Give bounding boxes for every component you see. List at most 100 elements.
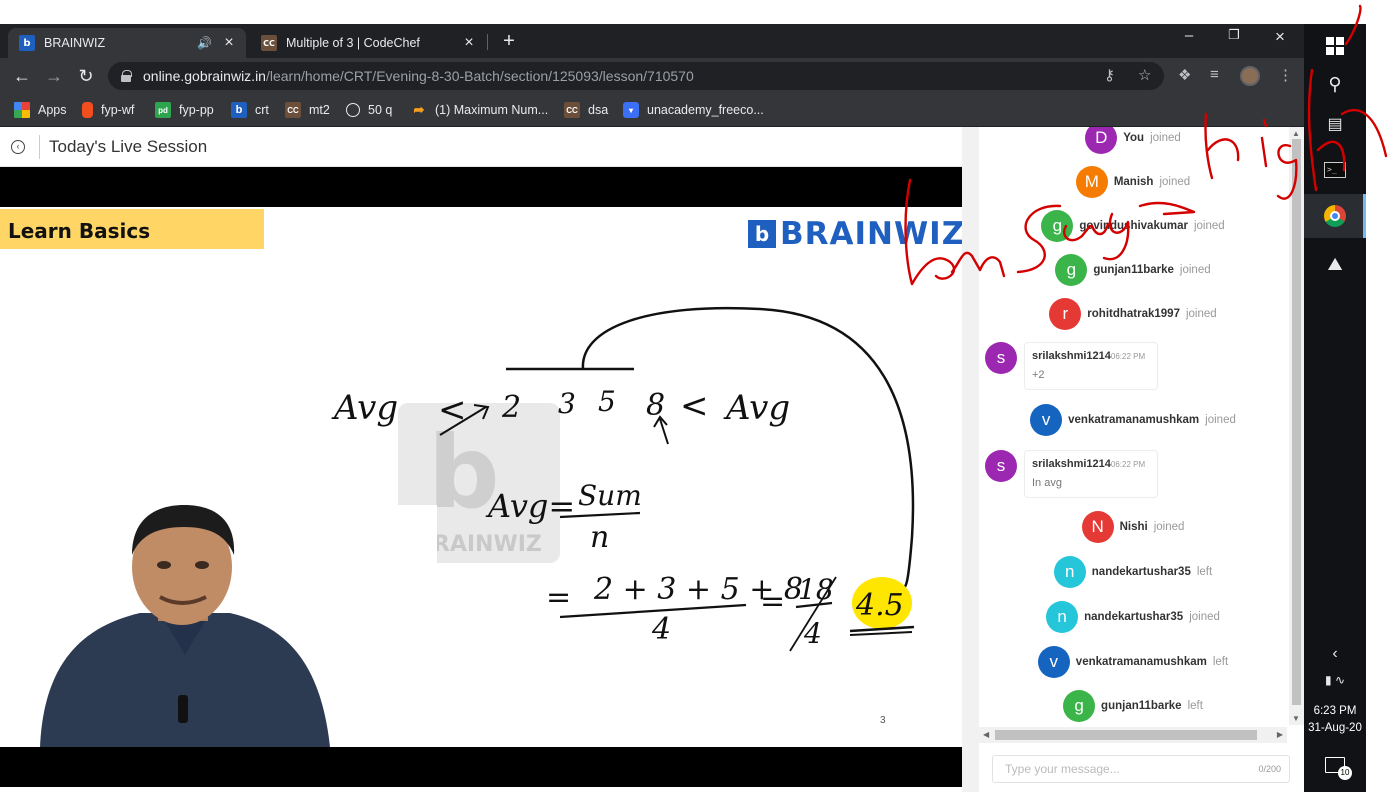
profile-avatar[interactable] bbox=[1240, 66, 1260, 86]
clock-time: 6:23 PM bbox=[1313, 705, 1357, 717]
chat-message: s srilakshmi121406:22 PM +2 bbox=[985, 342, 1285, 394]
chat-scrollbar[interactable]: ▲ ▼ bbox=[1289, 127, 1304, 725]
chat-join-event: g govindushivakumar joined bbox=[979, 208, 1287, 244]
chat-join-event: D You joined bbox=[979, 127, 1287, 156]
speaker-icon[interactable]: 🔊 bbox=[197, 36, 212, 50]
battery-wifi-icon[interactable]: ▮ ∿ bbox=[1304, 658, 1366, 702]
avatar: s bbox=[985, 342, 1017, 374]
chat-hscroll-thumb[interactable] bbox=[995, 730, 1257, 740]
chat-horizontal-scrollbar[interactable]: ◀ ▶ bbox=[979, 727, 1287, 743]
notification-count: 10 bbox=[1338, 766, 1352, 780]
screen: b BRAINWIZ 🔊 × CC Multiple of 3 | CodeCh… bbox=[0, 0, 1390, 792]
bookmark-label: (1) Maximum Num... bbox=[435, 103, 549, 117]
chat-panel: D You joined M Manish joined g govindush… bbox=[979, 127, 1304, 792]
page-header: ‹ Today's Live Session bbox=[0, 127, 962, 167]
avatar: n bbox=[1053, 556, 1086, 588]
extensions-icon[interactable]: ❖ bbox=[1178, 66, 1191, 84]
participant-name: Manish bbox=[1113, 176, 1154, 188]
new-tab-icon[interactable]: + bbox=[498, 30, 520, 53]
apps-grid-icon bbox=[14, 102, 30, 118]
chat-join-event: n nandekartushar35 joined bbox=[979, 599, 1287, 635]
url-host: online.gobrainwiz.in bbox=[143, 68, 266, 84]
media-control-icon[interactable]: ≡ bbox=[1210, 66, 1219, 83]
address-bar[interactable]: online.gobrainwiz.in/learn/home/CRT/Even… bbox=[108, 62, 1164, 90]
bookmark-fyp-pp[interactable]: pd fyp-pp bbox=[155, 101, 214, 119]
window-close-icon[interactable]: × bbox=[1260, 27, 1300, 47]
participant-status: joined bbox=[1153, 521, 1185, 533]
scroll-up-icon[interactable]: ▲ bbox=[1292, 129, 1300, 138]
avatar: v bbox=[1037, 646, 1070, 678]
chat-join-event: g gunjan11barke left bbox=[979, 688, 1287, 724]
terminal-icon[interactable]: >_ bbox=[1304, 148, 1366, 192]
codechef-favicon: CC bbox=[564, 102, 580, 118]
chat-scroll-thumb[interactable] bbox=[1292, 139, 1301, 705]
scroll-left-icon[interactable]: ◀ bbox=[983, 730, 989, 739]
unacademy-icon: ▾ bbox=[623, 102, 639, 118]
screen-top-strip bbox=[0, 0, 1304, 24]
bookmark-label: unacademy_freeco... bbox=[647, 103, 764, 117]
chat-join-event: n nandekartushar35 left bbox=[979, 554, 1287, 590]
menu-icon[interactable]: ⋮ bbox=[1278, 66, 1293, 84]
message-time: 06:22 PM bbox=[1110, 352, 1146, 361]
ink-result: 4.5 bbox=[855, 588, 904, 623]
tab-title: Multiple of 3 | CodeChef bbox=[286, 36, 420, 50]
bookmark-mt2[interactable]: CC mt2 bbox=[285, 101, 330, 119]
avatar: D bbox=[1085, 127, 1118, 154]
page-scrollbar[interactable] bbox=[962, 127, 979, 792]
system-clock[interactable]: 6:23 PM 31-Aug-20 bbox=[1304, 703, 1366, 737]
chrome-icon[interactable] bbox=[1304, 194, 1366, 238]
bookmark-crt[interactable]: b crt bbox=[231, 101, 269, 119]
chat-input-box[interactable]: 0/200 bbox=[992, 755, 1290, 783]
globe-icon bbox=[346, 103, 360, 117]
ink-lt-left: < bbox=[438, 390, 467, 430]
avatar: v bbox=[1030, 404, 1063, 436]
participant-name: You bbox=[1123, 132, 1145, 144]
bookmark-50q[interactable]: 50 q bbox=[346, 101, 392, 119]
key-icon[interactable]: ⚷ bbox=[1104, 66, 1115, 84]
close-tab-icon[interactable]: × bbox=[462, 34, 476, 52]
bookmark-apps[interactable]: Apps bbox=[14, 101, 67, 119]
participant-name: venkatramanamushkam bbox=[1075, 656, 1207, 668]
chat-join-event: v venkatramanamushkam left bbox=[979, 644, 1287, 680]
participant-name: nandekartushar35 bbox=[1091, 566, 1191, 578]
avatar: r bbox=[1049, 298, 1082, 330]
message-input[interactable] bbox=[993, 756, 1243, 782]
participant-status: joined bbox=[1150, 132, 1181, 144]
bookmark-dsa[interactable]: CC dsa bbox=[564, 101, 608, 119]
forward-arrow-icon[interactable]: → bbox=[42, 64, 66, 88]
bookmark-label: fyp-pp bbox=[179, 103, 214, 117]
reload-icon[interactable]: ↻ bbox=[74, 64, 98, 88]
bookmark-unacademy[interactable]: ▾ unacademy_freeco... bbox=[623, 101, 764, 119]
bookmark-maximum-num[interactable]: ➦ (1) Maximum Num... bbox=[411, 101, 549, 119]
bookmark-label: Apps bbox=[38, 103, 67, 117]
minimize-icon[interactable]: – bbox=[1169, 27, 1209, 44]
scroll-down-icon[interactable]: ▼ bbox=[1292, 714, 1300, 723]
restore-icon[interactable]: ❐ bbox=[1214, 27, 1254, 43]
tab-brainwiz[interactable]: b BRAINWIZ 🔊 × bbox=[8, 28, 246, 58]
search-icon[interactable]: ⚲ bbox=[1304, 62, 1366, 106]
ink-number: 8 bbox=[646, 388, 665, 423]
back-circle-icon[interactable]: ‹ bbox=[11, 140, 25, 154]
participant-name: govindushivakumar bbox=[1079, 220, 1188, 232]
participant-status: joined bbox=[1205, 414, 1236, 426]
bookmark-label: crt bbox=[255, 103, 269, 117]
live-video-player[interactable]: Learn Basics b BRAINWIZ b BRAINWIZ Avg <… bbox=[0, 167, 962, 787]
participant-name: Nishi bbox=[1119, 521, 1148, 533]
ink-underline-2 bbox=[849, 631, 913, 636]
scroll-right-icon[interactable]: ▶ bbox=[1277, 730, 1283, 739]
participant-name: venkatramanamushkam bbox=[1068, 414, 1200, 426]
star-icon[interactable]: ☆ bbox=[1138, 66, 1151, 84]
photos-icon[interactable]: ⛰ bbox=[1304, 242, 1366, 286]
notification-icon[interactable]: 10 bbox=[1325, 757, 1352, 780]
bookmark-fyp-wf[interactable]: fyp-wf bbox=[82, 101, 134, 119]
avatar: g bbox=[1041, 210, 1074, 242]
back-arrow-icon[interactable]: ← bbox=[10, 64, 34, 88]
ink-number: 3 bbox=[558, 387, 576, 420]
bookmark-label: fyp-wf bbox=[101, 103, 135, 117]
task-view-icon[interactable]: ▤ bbox=[1304, 102, 1366, 146]
leetcode-icon: ➦ bbox=[413, 102, 425, 117]
message-time: 06:22 PM bbox=[1110, 460, 1146, 469]
ink-avg-right: Avg bbox=[723, 388, 790, 428]
tab-codechef[interactable]: CC Multiple of 3 | CodeChef × bbox=[250, 28, 486, 58]
close-tab-icon[interactable]: × bbox=[222, 34, 236, 52]
